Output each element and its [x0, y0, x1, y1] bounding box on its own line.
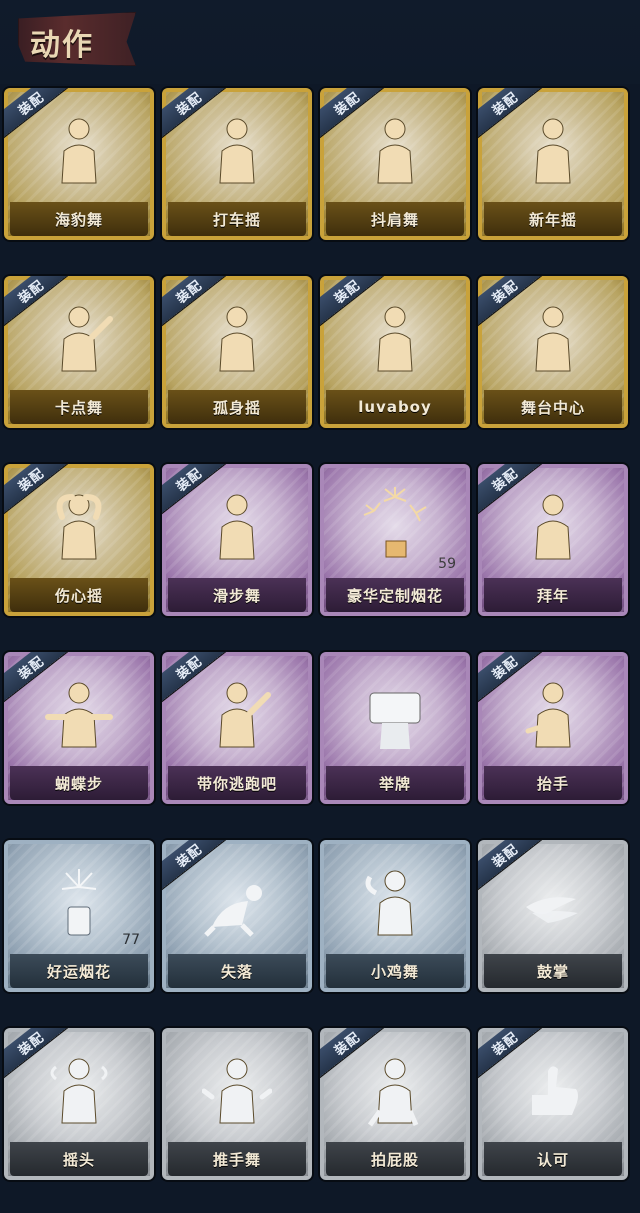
heart-hands-figure-icon — [4, 484, 154, 570]
action-name: 蝴蝶步 — [54, 774, 103, 793]
action-card[interactable]: 滑步舞 装配 — [162, 464, 312, 616]
action-name: 失落 — [220, 962, 253, 981]
chicken-dance-icon — [320, 860, 470, 946]
action-name: 拜年 — [536, 586, 569, 605]
card-label-bar: 孤身摇 — [168, 390, 306, 424]
card-label-bar: 举牌 — [326, 766, 464, 800]
card-label-bar: 伤心摇 — [10, 578, 148, 612]
action-card[interactable]: 抖肩舞 装配 — [320, 88, 470, 240]
action-name: 带你逃跑吧 — [196, 774, 277, 793]
card-label-bar: 卡点舞 — [10, 390, 148, 424]
action-card[interactable]: 伤心摇 装配 — [4, 464, 154, 616]
action-card[interactable]: 推手舞 — [162, 1028, 312, 1180]
card-label-bar: 抬手 — [484, 766, 622, 800]
card-label-bar: 海豹舞 — [10, 202, 148, 236]
card-label-bar: 打车摇 — [168, 202, 306, 236]
thumbs-up-icon — [478, 1048, 628, 1134]
action-name: 小鸡舞 — [370, 962, 419, 981]
dance-figure-icon — [162, 108, 312, 194]
action-name: luvaboy — [358, 398, 432, 416]
action-name: 舞台中心 — [520, 398, 585, 417]
action-name: 鼓掌 — [536, 962, 569, 981]
action-name: 孤身摇 — [212, 398, 261, 417]
card-label-bar: 带你逃跑吧 — [168, 766, 306, 800]
card-label-bar: 摇头 — [10, 1142, 148, 1176]
action-name: 好运烟花 — [46, 962, 111, 981]
action-card[interactable]: 小鸡舞 — [320, 840, 470, 992]
action-name: 伤心摇 — [54, 586, 103, 605]
push-hands-icon — [162, 1048, 312, 1134]
card-label-bar: 拜年 — [484, 578, 622, 612]
pointing-figure-icon — [162, 672, 312, 758]
action-card[interactable]: 抬手 装配 — [478, 652, 628, 804]
card-label-bar: 舞台中心 — [484, 390, 622, 424]
dance-figure-icon — [162, 296, 312, 382]
arms-out-figure-icon — [4, 672, 154, 758]
butt-slap-icon — [320, 1048, 470, 1134]
dance-figure-icon — [320, 108, 470, 194]
card-label-bar: 蝴蝶步 — [10, 766, 148, 800]
card-label-bar: 失落 — [168, 954, 306, 988]
dance-figure-icon — [162, 484, 312, 570]
card-label-bar: 豪华定制烟花 — [326, 578, 464, 612]
action-name: 举牌 — [378, 774, 411, 793]
page-title: 动作 — [30, 28, 94, 63]
pointing-figure-icon — [4, 296, 154, 382]
action-card[interactable]: 新年摇 装配 — [478, 88, 628, 240]
action-name: 拍屁股 — [370, 1150, 419, 1169]
action-name: 新年摇 — [528, 210, 577, 229]
action-name: 打车摇 — [212, 210, 261, 229]
action-name: 豪华定制烟花 — [346, 586, 443, 605]
card-label-bar: 新年摇 — [484, 202, 622, 236]
item-count: 77 — [122, 932, 140, 948]
card-label-bar: 认可 — [484, 1142, 622, 1176]
action-name: 海豹舞 — [54, 210, 103, 229]
action-card[interactable]: 拜年 装配 — [478, 464, 628, 616]
action-card[interactable]: 打车摇 装配 — [162, 88, 312, 240]
action-name: 推手舞 — [212, 1150, 261, 1169]
clapping-hands-icon — [478, 860, 628, 946]
action-card[interactable]: 失落 装配 — [162, 840, 312, 992]
action-card[interactable]: 认可 装配 — [478, 1028, 628, 1180]
card-label-bar: 抖肩舞 — [326, 202, 464, 236]
action-card[interactable]: 59 豪华定制烟花 — [320, 464, 470, 616]
item-count: 59 — [438, 556, 456, 572]
action-card[interactable]: 举牌 — [320, 652, 470, 804]
action-card[interactable]: 海豹舞 装配 — [4, 88, 154, 240]
card-label-bar: 滑步舞 — [168, 578, 306, 612]
bow-figure-icon — [478, 484, 628, 570]
action-card[interactable]: 舞台中心 装配 — [478, 276, 628, 428]
action-card[interactable]: 卡点舞 装配 — [4, 276, 154, 428]
action-grid: 海豹舞 装配 打车摇 装配 抖肩舞 装配 新年摇 装配 卡点舞 装配 孤身摇 装配 luvaboy 装配舞… — [4, 88, 640, 1180]
sign-holding-icon — [320, 672, 470, 758]
action-name: 卡点舞 — [54, 398, 103, 417]
action-card[interactable]: 摇头 装配 — [4, 1028, 154, 1180]
dance-figure-icon — [4, 108, 154, 194]
action-card[interactable]: 蝴蝶步 装配 — [4, 652, 154, 804]
head-shake-icon — [4, 1048, 154, 1134]
action-name: 抖肩舞 — [370, 210, 419, 229]
dance-figure-icon — [320, 296, 470, 382]
action-name: 抬手 — [536, 774, 569, 793]
card-label-bar: 小鸡舞 — [326, 954, 464, 988]
header-bar: 动作 — [0, 0, 640, 84]
kneeling-figure-icon — [162, 860, 312, 946]
raise-hand-icon — [478, 672, 628, 758]
card-label-bar: luvaboy — [326, 390, 464, 424]
action-card[interactable]: 拍屁股 装配 — [320, 1028, 470, 1180]
action-name: 摇头 — [62, 1150, 95, 1169]
card-label-bar: 鼓掌 — [484, 954, 622, 988]
card-label-bar: 推手舞 — [168, 1142, 306, 1176]
dance-figure-icon — [478, 296, 628, 382]
action-card[interactable]: 孤身摇 装配 — [162, 276, 312, 428]
card-label-bar: 好运烟花 — [10, 954, 148, 988]
action-card[interactable]: 鼓掌 装配 — [478, 840, 628, 992]
action-card[interactable]: 带你逃跑吧 装配 — [162, 652, 312, 804]
action-card[interactable]: 77 好运烟花 — [4, 840, 154, 992]
action-name: 滑步舞 — [212, 586, 261, 605]
action-card[interactable]: luvaboy 装配 — [320, 276, 470, 428]
card-label-bar: 拍屁股 — [326, 1142, 464, 1176]
action-name: 认可 — [536, 1150, 569, 1169]
dance-figure-icon — [478, 108, 628, 194]
